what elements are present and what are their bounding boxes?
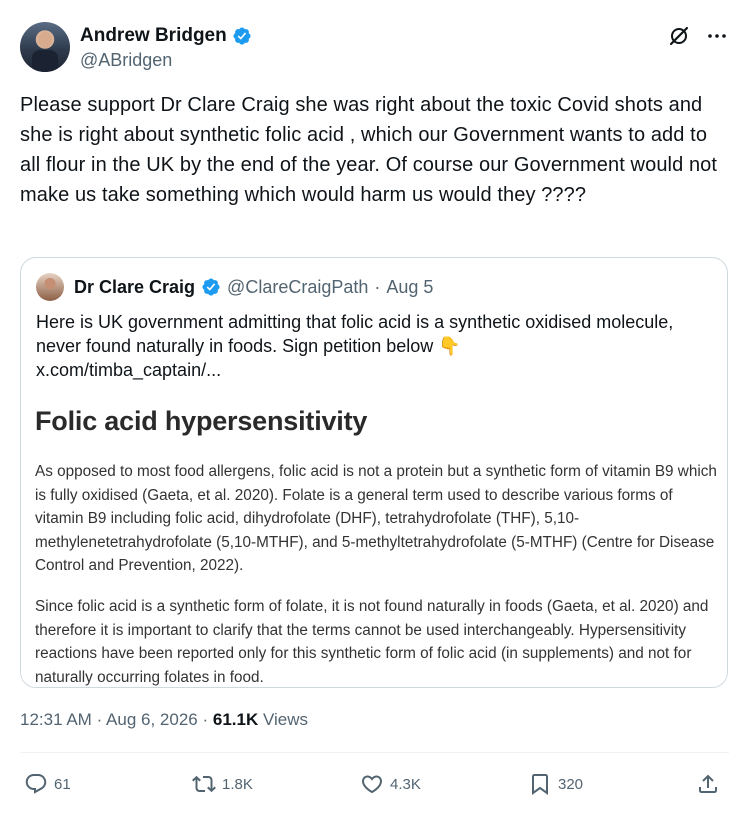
author-avatar[interactable] bbox=[20, 22, 70, 72]
repost-count: 1.8K bbox=[222, 775, 253, 793]
header-actions bbox=[667, 24, 729, 48]
bookmark-button[interactable]: 320 bbox=[528, 766, 583, 802]
author-handle[interactable]: @ABridgen bbox=[80, 48, 252, 72]
action-bar: 61 1.8K 4.3K 320 bbox=[20, 766, 729, 802]
meta-separator-1: · bbox=[96, 710, 103, 729]
repost-button[interactable]: 1.8K bbox=[192, 766, 253, 802]
heart-icon bbox=[361, 775, 383, 794]
views-count: 61.1K bbox=[212, 710, 259, 729]
quoted-meta-separator: · bbox=[374, 276, 381, 297]
tweet-time[interactable]: 12:31 AM bbox=[20, 710, 92, 729]
quoted-tweet-link[interactable]: x.com/timba_captain/... bbox=[36, 360, 221, 380]
quoted-tweet-image[interactable]: Folic acid hypersensitivity As opposed t… bbox=[21, 390, 727, 687]
action-bar-divider bbox=[20, 752, 729, 753]
image-heading: Folic acid hypersensitivity bbox=[35, 406, 368, 436]
avatar-face bbox=[38, 32, 52, 48]
image-paragraph-1: As opposed to most food allergens, folic… bbox=[35, 463, 717, 574]
avatar-suit bbox=[32, 50, 58, 72]
reply-button[interactable]: 61 bbox=[24, 766, 71, 802]
tweet-timestamp: 12:31 AM · Aug 6, 2026 · 61.1K Views bbox=[20, 708, 308, 732]
quoted-author-handle: @ClareCraigPath bbox=[227, 276, 369, 297]
author-display-name-row[interactable]: Andrew Bridgen bbox=[80, 24, 252, 48]
views-label: Views bbox=[262, 710, 309, 729]
quoted-tweet-card[interactable]: Dr Clare Craig @ClareCraigPath · Aug 5 H… bbox=[20, 257, 728, 688]
quoted-tweet-body: Here is UK government admitting that fol… bbox=[36, 312, 674, 356]
share-icon bbox=[699, 774, 717, 793]
tweet-date[interactable]: Aug 6, 2026 bbox=[106, 710, 198, 729]
more-icon[interactable] bbox=[705, 24, 729, 48]
like-button[interactable]: 4.3K bbox=[360, 766, 421, 802]
bookmark-count: 320 bbox=[558, 775, 584, 793]
grok-icon[interactable] bbox=[667, 24, 691, 48]
like-count: 4.3K bbox=[390, 775, 421, 793]
reply-count: 61 bbox=[54, 775, 71, 793]
quoted-tweet-header: Dr Clare Craig @ClareCraigPath · Aug 5 bbox=[36, 273, 434, 301]
verified-badge-icon bbox=[233, 27, 251, 45]
author-name-block: Andrew Bridgen @ABridgen bbox=[80, 24, 252, 72]
meta-separator-2: · bbox=[202, 710, 209, 729]
tweet-header: Andrew Bridgen @ABridgen bbox=[20, 22, 729, 76]
share-button[interactable] bbox=[696, 766, 720, 802]
author-display-name[interactable]: Andrew Bridgen bbox=[80, 24, 227, 48]
bookmark-icon bbox=[532, 774, 548, 795]
quoted-author-display-name: Dr Clare Craig bbox=[74, 276, 196, 297]
quoted-tweet-text: Here is UK government admitting that fol… bbox=[36, 310, 706, 382]
repost-icon bbox=[192, 775, 216, 793]
quoted-tweet-date: Aug 5 bbox=[386, 276, 434, 297]
reply-icon bbox=[25, 774, 47, 794]
quoted-author-avatar bbox=[36, 273, 64, 301]
image-paragraph-2: Since folic acid is a synthetic form of … bbox=[35, 598, 709, 686]
tweet-text: Please support Dr Clare Craig she was ri… bbox=[20, 94, 718, 206]
verified-badge-icon bbox=[202, 278, 220, 296]
